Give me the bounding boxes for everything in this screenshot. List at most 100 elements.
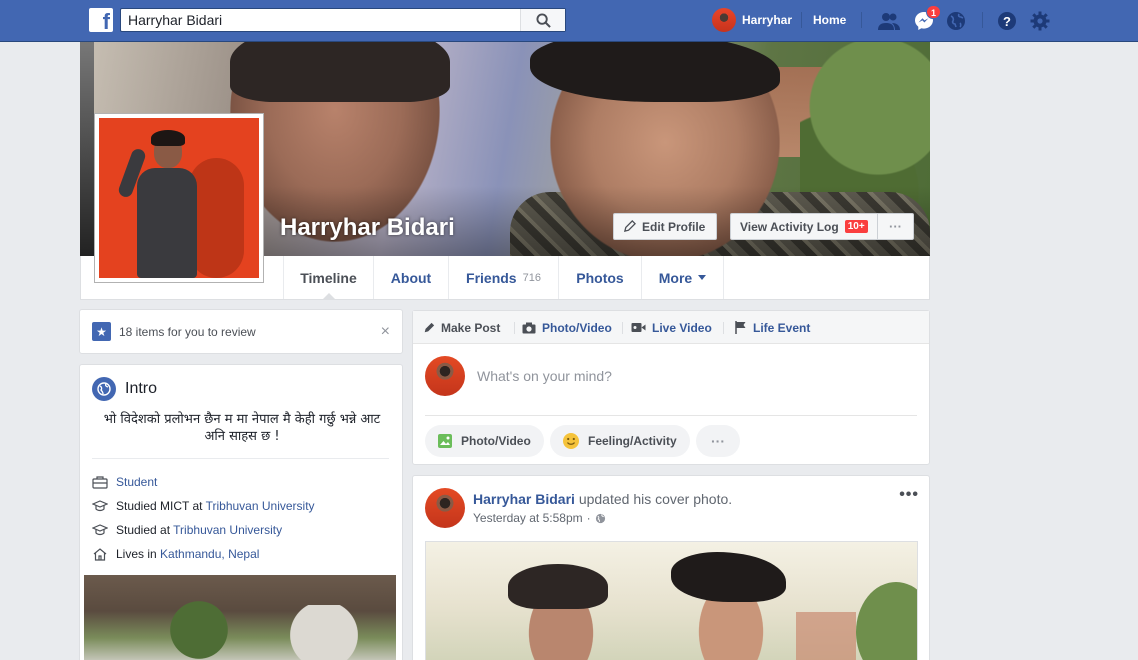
- intro-bio: भो विदेशको प्रलोभन छैन म मा नेपाल मै केह…: [103, 412, 381, 444]
- tab-photos[interactable]: Photos: [558, 256, 641, 299]
- intro-row-text: Lives in Kathmandu, Nepal: [116, 547, 259, 561]
- post-action-text: updated his cover photo.: [574, 491, 733, 507]
- tab-more[interactable]: More: [641, 256, 724, 299]
- graduation-cap-icon: [92, 500, 108, 512]
- tab-label: About: [390, 269, 432, 286]
- photo-video-tab[interactable]: Photo/Video: [522, 311, 612, 344]
- pp-hair: [151, 130, 185, 146]
- intro-row-text: Student: [116, 475, 157, 489]
- intro-row-prefix: Lives in: [116, 547, 161, 561]
- post-author-link[interactable]: Harryhar Bidari: [473, 491, 575, 507]
- photo-tree: [856, 582, 917, 660]
- composer-tabs: Make Post Photo/Video Live Video Life Ev…: [413, 311, 929, 344]
- post-meta: Yesterday at 5:58pm ·: [473, 511, 606, 525]
- activity-log-label: View Activity Log: [740, 219, 839, 234]
- intro-education-2: Studied at Tribhuvan University: [92, 521, 282, 539]
- cover-more-button[interactable]: ···: [877, 213, 914, 240]
- intro-row-text: Studied MICT at Tribhuvan University: [116, 499, 315, 513]
- composer-avatar: [425, 356, 465, 396]
- review-text: 18 items for you to review: [119, 324, 256, 339]
- composer-more-button[interactable]: ···: [696, 425, 740, 457]
- pill-label: Feeling/Activity: [588, 434, 677, 448]
- cover-update-post: Harryhar Bidari updated his cover photo.…: [412, 475, 930, 660]
- tab-label: Photos: [576, 269, 624, 286]
- pp-suit: [137, 168, 197, 278]
- tab-timeline[interactable]: Timeline: [283, 256, 373, 299]
- photo-video-button[interactable]: Photo/Video: [425, 425, 544, 457]
- intro-university-link[interactable]: Tribhuvan University: [173, 523, 282, 537]
- make-post-tab[interactable]: Make Post: [423, 311, 500, 344]
- tab-label: Make Post: [441, 320, 501, 335]
- post-author-avatar[interactable]: [425, 488, 465, 528]
- pp-shadow: [189, 158, 244, 278]
- notifications-button[interactable]: [945, 10, 967, 32]
- life-event-tab[interactable]: Life Event: [735, 311, 810, 344]
- intro-work-link[interactable]: Student: [116, 475, 157, 489]
- intro-header: Intro: [92, 377, 157, 401]
- globe-icon: [92, 377, 116, 401]
- close-icon[interactable]: ×: [381, 323, 390, 341]
- edit-profile-button[interactable]: Edit Profile: [613, 213, 717, 240]
- settings-button[interactable]: [1029, 10, 1051, 32]
- topbar-divider: [861, 12, 862, 28]
- tab-label: Photo/Video: [542, 320, 612, 335]
- post-options-button[interactable]: •••: [899, 486, 919, 504]
- home-link[interactable]: Home: [813, 8, 846, 32]
- review-items-card[interactable]: ★ 18 items for you to review ×: [79, 309, 403, 354]
- user-avatar: [712, 8, 736, 32]
- photo-foliage: [154, 595, 244, 660]
- video-camera-icon: [631, 323, 646, 332]
- facebook-logo-icon[interactable]: f: [89, 8, 113, 32]
- top-navigation-bar: f Harryhar Home 1 ?: [0, 0, 1138, 42]
- user-name-label: Harryhar: [742, 13, 793, 27]
- flag-icon: [735, 321, 746, 334]
- tab-label: Friends: [466, 269, 517, 286]
- photo-flowers: [264, 605, 384, 660]
- friend-requests-button[interactable]: [878, 10, 900, 32]
- help-button[interactable]: ?: [996, 10, 1018, 32]
- feeling-activity-button[interactable]: Feeling/Activity: [550, 425, 690, 457]
- post-cover-photo[interactable]: [425, 541, 918, 660]
- intro-university-link[interactable]: Tribhuvan University: [206, 499, 315, 513]
- svg-text:?: ?: [1003, 14, 1011, 29]
- post-timestamp[interactable]: Yesterday at 5:58pm: [473, 511, 583, 525]
- intro-city-link[interactable]: Kathmandu, Nepal: [160, 547, 259, 561]
- tab-label: Live Video: [652, 320, 712, 335]
- messages-badge: 1: [925, 5, 941, 19]
- tab-label: Timeline: [300, 269, 357, 286]
- search-box: [120, 8, 566, 32]
- intro-education-1: Studied MICT at Tribhuvan University: [92, 497, 315, 515]
- intro-card: Intro भो विदेशको प्रलोभन छैन म मा नेपाल …: [79, 364, 403, 660]
- messages-button[interactable]: 1: [913, 5, 941, 32]
- globe-privacy-icon[interactable]: [595, 513, 606, 524]
- whats-on-your-mind-input[interactable]: What's on your mind?: [477, 368, 612, 384]
- globe-icon: [947, 12, 965, 30]
- live-video-tab[interactable]: Live Video: [631, 311, 712, 344]
- featured-photo[interactable]: [84, 575, 396, 660]
- briefcase-icon: [92, 476, 108, 489]
- activity-log-button[interactable]: View Activity Log 10+: [730, 213, 878, 240]
- gear-icon: [1030, 11, 1050, 31]
- intro-row-text: Studied at Tribhuvan University: [116, 523, 282, 537]
- pill-label: Photo/Video: [461, 434, 531, 448]
- star-icon: ★: [92, 322, 111, 341]
- search-input[interactable]: [121, 9, 521, 31]
- activity-log-badge: 10+: [844, 220, 868, 233]
- more-dots-icon: ···: [711, 433, 725, 449]
- photo-hair-right: [671, 552, 786, 602]
- tab-divider: [622, 322, 623, 334]
- profile-shortcut[interactable]: Harryhar: [712, 8, 792, 32]
- photo-building: [796, 612, 856, 660]
- friends-icon: [878, 13, 900, 30]
- search-button[interactable]: [520, 9, 565, 31]
- profile-picture[interactable]: [94, 113, 264, 283]
- tab-about[interactable]: About: [373, 256, 448, 299]
- intro-row-prefix: Studied MICT at: [116, 499, 206, 513]
- post-headline: Harryhar Bidari updated his cover photo.: [473, 491, 732, 507]
- topbar-divider: [982, 12, 983, 28]
- tab-divider: [514, 322, 515, 334]
- tab-friends[interactable]: Friends 716: [448, 256, 558, 299]
- post-meta-separator: ·: [586, 511, 591, 525]
- cover-edge: [80, 42, 94, 256]
- profile-name[interactable]: Harryhar Bidari: [280, 214, 455, 242]
